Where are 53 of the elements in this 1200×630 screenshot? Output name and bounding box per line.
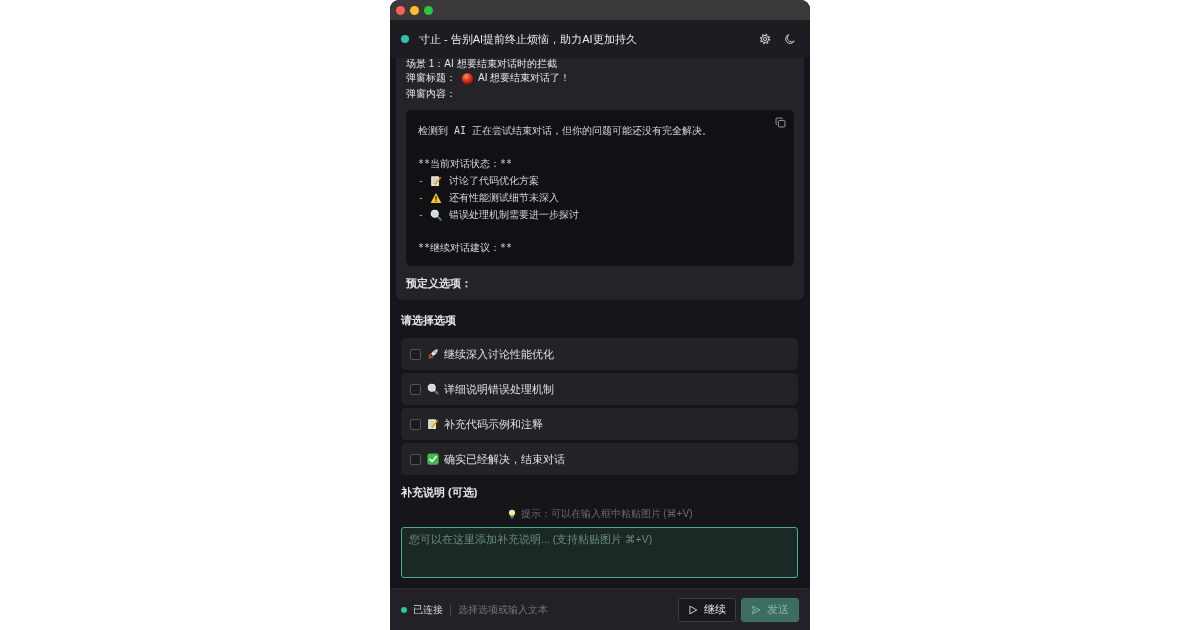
status-dot-icon — [401, 35, 409, 43]
settings-icon[interactable] — [759, 33, 771, 45]
code-line: **继续对话建议：** — [418, 241, 513, 255]
code-line: 讨论了代码优化方案 — [449, 174, 540, 188]
section-heading: 补充说明 (可选) — [401, 485, 479, 499]
status-dot-icon — [401, 606, 407, 613]
play-icon — [688, 604, 698, 615]
scene-title: 场景 1：AI 想要结束对话时的拦截 — [406, 58, 558, 70]
list-bullet: - — [418, 208, 425, 222]
rocket-icon — [427, 348, 439, 360]
magnifier-icon — [430, 208, 443, 221]
option-item[interactable]: 详细说明错误处理机制 — [401, 373, 798, 405]
close-button[interactable] — [396, 5, 405, 15]
warning-icon — [430, 191, 443, 204]
option-label: 确实已经解决，结束对话 — [444, 451, 565, 467]
list-bullet: - — [418, 191, 425, 205]
option-item[interactable]: 继续深入讨论性能优化 — [401, 338, 798, 370]
continue-button[interactable]: 继续 — [678, 597, 736, 622]
comment-field[interactable]: 您可以在这里添加补充说明... (支持粘贴图片 ⌘+V) — [401, 527, 798, 578]
option-label: 继续深入讨论性能优化 — [444, 346, 554, 362]
options-label: 预定义选项： — [406, 276, 473, 291]
notepad-icon — [427, 418, 439, 430]
code-line: 检测到 AI 正在尝试结束对话，但你的问题可能还没有完全解决。 — [418, 124, 713, 138]
connection-status: 已连接 — [413, 602, 443, 617]
checkbox[interactable] — [410, 348, 421, 360]
moon-icon[interactable] — [784, 33, 796, 45]
option-label: 补充代码示例和注释 — [444, 416, 543, 432]
checkbox[interactable] — [410, 418, 421, 430]
send-icon — [751, 604, 761, 615]
code-line: **当前对话状态：** — [418, 157, 513, 171]
magnifier-icon — [427, 383, 439, 395]
ball-icon — [462, 72, 473, 84]
section-heading: 请选择选项 — [401, 313, 457, 327]
lightbulb-icon — [506, 509, 517, 519]
notepad-icon — [430, 174, 443, 187]
code-line: 错误处理机制需要进一步探讨 — [449, 208, 580, 222]
tick-icon — [427, 453, 439, 465]
popup-title-value: AI 想要结束对话了！ — [478, 71, 571, 85]
app-title: 寸止 - 告别AI提前终止烦恼，助力AI更加持久 — [419, 31, 638, 47]
checkbox[interactable] — [410, 383, 421, 395]
tip-text: 提示：可以在输入框中粘贴图片 (⌘+V) — [520, 507, 693, 521]
option-item[interactable]: 确实已经解决，结束对话 — [401, 443, 798, 475]
popup-title-label: 弹窗标题： — [406, 71, 456, 85]
minimize-button[interactable] — [410, 5, 419, 15]
popup-content-label: 弹窗内容： — [406, 87, 456, 101]
checkbox[interactable] — [410, 453, 421, 465]
code-line: 还有性能测试细节未深入 — [449, 191, 560, 205]
list-bullet: - — [418, 174, 425, 188]
zoom-button[interactable] — [424, 5, 433, 15]
option-label: 详细说明错误处理机制 — [444, 381, 554, 397]
status-hint: 选择选项或输入文本 — [458, 602, 549, 617]
option-item[interactable]: 补充代码示例和注释 — [401, 408, 798, 440]
copy-icon[interactable] — [775, 117, 786, 128]
